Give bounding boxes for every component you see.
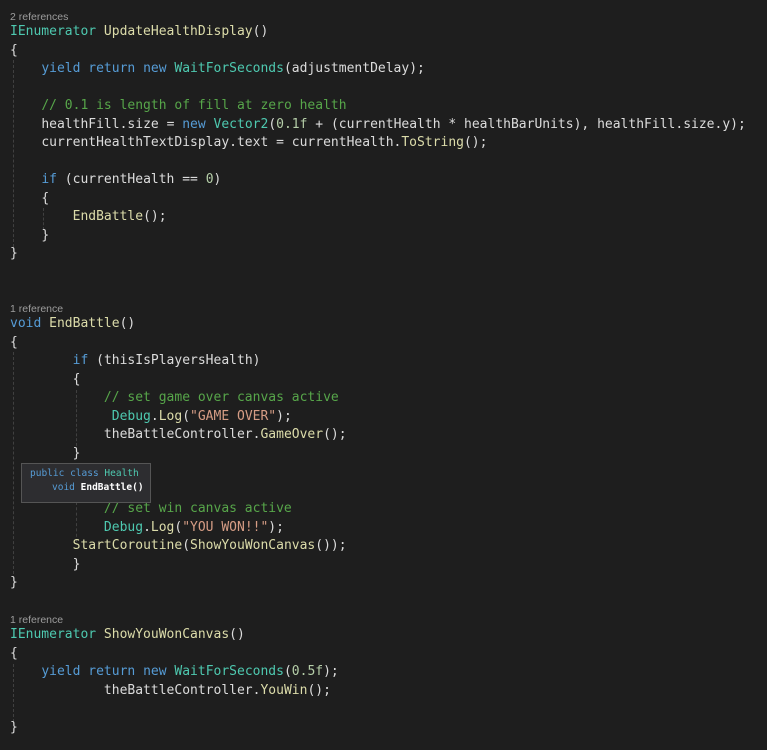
keyword-token: new bbox=[143, 61, 167, 76]
identifier-token[interactable]: theBattleController bbox=[104, 683, 253, 698]
identifier-token[interactable]: adjustmentDelay bbox=[292, 61, 409, 76]
code-line-34: } bbox=[10, 720, 18, 735]
method-token[interactable]: GameOver bbox=[260, 427, 323, 442]
identifier-token[interactable]: currentHealthTextDisplay bbox=[41, 135, 229, 150]
type-token[interactable]: WaitForSeconds bbox=[174, 61, 284, 76]
method-token[interactable]: YouWin bbox=[260, 683, 307, 698]
code-line-31: yield return new WaitForSeconds(0.5f); bbox=[41, 664, 339, 679]
code-line-25: Debug.Log("YOU WON!!"); bbox=[103, 520, 284, 535]
identifier-token[interactable]: currentHealth bbox=[73, 172, 175, 187]
identifier-token[interactable]: healthFill bbox=[41, 117, 119, 132]
code-line-13: } bbox=[10, 246, 18, 261]
tooltip-keyword: public bbox=[30, 468, 65, 479]
hover-tooltip: public class Health void EndBattle() bbox=[21, 463, 151, 503]
type-token[interactable]: Debug bbox=[112, 409, 151, 424]
number-token: 0.5f bbox=[291, 664, 324, 679]
keyword-token: if bbox=[72, 353, 89, 368]
identifier-token[interactable]: healthBarUnits bbox=[464, 117, 574, 132]
codelens-references[interactable]: 1 reference bbox=[10, 613, 63, 627]
code-line-12: } bbox=[41, 228, 50, 243]
method-token[interactable]: StartCoroutine bbox=[73, 538, 183, 553]
identifier-token[interactable]: y bbox=[722, 117, 730, 132]
string-token: "YOU WON!!" bbox=[182, 520, 269, 535]
code-line-32: theBattleController.YouWin(); bbox=[103, 683, 331, 698]
identifier-token[interactable]: currentHealth bbox=[339, 117, 441, 132]
identifier-token[interactable]: size bbox=[127, 117, 158, 132]
keyword-token: yield bbox=[41, 61, 81, 76]
method-token[interactable]: ShowYouWonCanvas bbox=[190, 538, 315, 553]
code-line-11: EndBattle(); bbox=[72, 209, 167, 224]
type-token[interactable]: IEnumerator bbox=[10, 24, 96, 39]
code-line-16: if (thisIsPlayersHealth) bbox=[72, 353, 261, 368]
tooltip-keyword: void bbox=[52, 482, 75, 493]
type-token[interactable]: Vector2 bbox=[214, 117, 269, 132]
code-line-3: yield return new WaitForSeconds(adjustme… bbox=[41, 61, 425, 76]
code-line-14: void EndBattle() bbox=[10, 316, 136, 331]
keyword-token: return bbox=[88, 61, 136, 76]
keyword-token: return bbox=[88, 664, 136, 679]
keyword-token: yield bbox=[41, 664, 81, 679]
code-line-2: { bbox=[10, 43, 18, 58]
number-token: 0.1f bbox=[276, 117, 308, 132]
code-line-18: // set game over canvas active bbox=[10, 389, 339, 407]
code-line-7: currentHealthTextDisplay.text = currentH… bbox=[41, 135, 488, 150]
code-line-10: { bbox=[41, 191, 50, 206]
identifier-token[interactable]: size bbox=[683, 117, 714, 132]
code-line-6: healthFill.size = new Vector2(0.1f + (cu… bbox=[41, 117, 746, 132]
comment-token: // set game over canvas active bbox=[103, 390, 339, 405]
method-token[interactable]: Log bbox=[151, 520, 174, 535]
codelens-references[interactable]: 2 references bbox=[10, 10, 68, 24]
keyword-token: new bbox=[182, 117, 206, 132]
identifier-token[interactable]: text bbox=[237, 135, 268, 150]
comment-token: // 0.1 is length of fill at zero health bbox=[41, 98, 347, 113]
keyword-token: if bbox=[41, 172, 57, 187]
code-line-21: } bbox=[72, 446, 81, 461]
method-token[interactable]: ShowYouWonCanvas bbox=[104, 627, 229, 642]
type-token[interactable]: WaitForSeconds bbox=[174, 664, 284, 679]
identifier-token[interactable]: healthFill bbox=[597, 117, 675, 132]
code-line-19: Debug.Log("GAME OVER"); bbox=[111, 409, 292, 424]
code-line-1: IEnumerator UpdateHealthDisplay() bbox=[10, 24, 269, 39]
code-line-20: theBattleController.GameOver(); bbox=[103, 427, 347, 442]
code-line-28: } bbox=[10, 575, 18, 590]
identifier-token[interactable]: theBattleController bbox=[104, 427, 253, 442]
type-token[interactable]: Debug bbox=[104, 520, 143, 535]
number-token: 0 bbox=[205, 172, 214, 187]
code-line-5: // 0.1 is length of fill at zero health bbox=[10, 97, 347, 115]
method-token[interactable]: UpdateHealthDisplay bbox=[104, 24, 253, 39]
codelens-references[interactable]: 1 reference bbox=[10, 302, 63, 316]
comment-token: // set win canvas active bbox=[103, 501, 292, 516]
code-line-17: { bbox=[72, 372, 81, 387]
code-line-30: { bbox=[10, 646, 18, 661]
method-token[interactable]: ToString bbox=[401, 135, 464, 150]
code-line-26: StartCoroutine(ShowYouWonCanvas()); bbox=[72, 538, 347, 553]
method-token[interactable]: EndBattle bbox=[73, 209, 143, 224]
method-token[interactable]: EndBattle bbox=[49, 316, 119, 331]
code-line-15: { bbox=[10, 335, 18, 350]
tooltip-type: Health bbox=[104, 468, 139, 479]
keyword-token: void bbox=[10, 316, 42, 331]
code-line-9: if (currentHealth == 0) bbox=[41, 172, 222, 187]
type-token[interactable]: IEnumerator bbox=[10, 627, 96, 642]
string-token: "GAME OVER" bbox=[190, 409, 277, 424]
identifier-token[interactable]: currentHealth bbox=[292, 135, 394, 150]
code-line-27: } bbox=[72, 557, 81, 572]
tooltip-method: EndBattle() bbox=[80, 482, 144, 493]
keyword-token: new bbox=[143, 664, 167, 679]
identifier-token[interactable]: thisIsPlayersHealth bbox=[104, 353, 253, 368]
method-token[interactable]: Log bbox=[159, 409, 182, 424]
code-line-29: IEnumerator ShowYouWonCanvas() bbox=[10, 627, 245, 642]
tooltip-keyword: class bbox=[70, 468, 99, 479]
